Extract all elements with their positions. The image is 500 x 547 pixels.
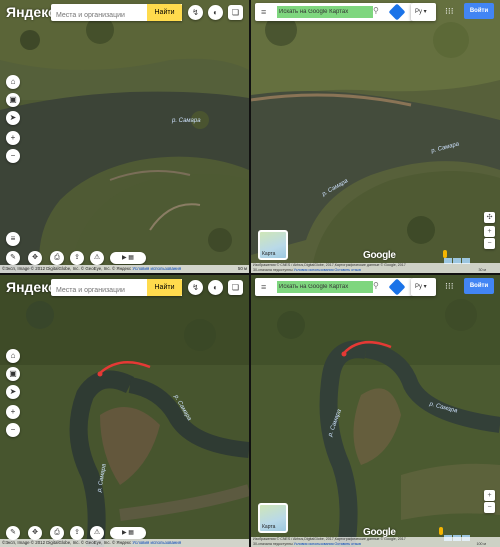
layers-icon[interactable] (444, 251, 480, 264)
menu-icon[interactable]: ≡ (261, 282, 266, 292)
thumbnail-label: Карта (262, 251, 276, 257)
find-button[interactable]: Найти (147, 279, 182, 296)
location-icon[interactable]: ➤ (6, 385, 20, 399)
route-icon[interactable]: ↯ (188, 5, 203, 20)
bookmark-icon[interactable]: ❏ (228, 280, 243, 295)
language-select[interactable]: Ру ▾ (411, 278, 436, 296)
home-icon[interactable]: ⌂ (6, 349, 20, 363)
warning-icon[interactable]: ⚠ (90, 251, 104, 265)
apps-grid-icon[interactable]: ⁝⁝⁝ (445, 6, 454, 17)
copyright-text: ©Эксп, Image © 2012 DigitalGlobe, Inc. ©… (2, 266, 132, 271)
google-logo: Google (363, 250, 396, 261)
menu-icon[interactable]: ≡ (261, 7, 266, 17)
transport-icon[interactable]: ▣ (6, 93, 20, 107)
thumbnail-label: Карта (262, 524, 276, 530)
language-label: Ру (415, 284, 423, 290)
search-input[interactable] (277, 6, 373, 18)
map-footer: Изображения © CNES / Airbus,DigitalGlobe… (251, 537, 500, 547)
yandex-map-bottom[interactable]: р. Самара р. Самара Яндекс Найти ↯ ◐ ❏ ⌂… (0, 275, 249, 547)
zoom-in-icon[interactable]: + (484, 226, 495, 237)
home-icon[interactable]: ⌂ (6, 75, 20, 89)
route-icon[interactable]: ↯ (188, 280, 203, 295)
copyright-text: ©Эксп, Image © 2012 DigitalGlobe, Inc. ©… (2, 540, 132, 545)
directions-icon[interactable] (388, 3, 406, 21)
language-select[interactable]: Ру ▾ (411, 3, 436, 21)
search-input[interactable] (277, 281, 373, 293)
print-icon[interactable]: ⎙ (50, 526, 64, 540)
zoom-out-icon[interactable]: − (6, 149, 20, 163)
share-icon[interactable]: ⇪ (70, 251, 84, 265)
scale-label: 30 м (478, 268, 486, 272)
ruler-icon[interactable]: ✎ (6, 526, 20, 540)
language-label: Ру (415, 9, 423, 15)
compass-icon[interactable]: ✣ (484, 212, 495, 223)
google-map-bottom[interactable]: р. Самара р. Самара ≡ ⚲ Ру ▾ ⁝⁝⁝ Войти К… (251, 275, 500, 547)
satellite-map[interactable] (251, 275, 500, 547)
pegman-icon[interactable] (439, 527, 443, 535)
terms-link[interactable]: Условия использования (294, 268, 334, 272)
terms-link[interactable]: Условия использования (294, 542, 334, 546)
zoom-in-icon[interactable]: + (6, 405, 20, 419)
scale-label: 100 м (476, 542, 486, 546)
layers-icon[interactable]: ◐ (208, 280, 223, 295)
transport-icon[interactable]: ▣ (6, 367, 20, 381)
location-icon[interactable]: ➤ (6, 111, 20, 125)
map-footer: ©Эксп, Image © 2012 DigitalGlobe, Inc. ©… (0, 265, 249, 273)
sign-in-button[interactable]: Войти (464, 3, 494, 19)
map-type-thumbnail[interactable]: Карта (258, 503, 288, 533)
zoom-in-icon[interactable]: + (6, 131, 20, 145)
apps-icon[interactable]: ▶ ▦ (110, 252, 146, 264)
sign-in-button[interactable]: Войти (464, 278, 494, 294)
warning-icon[interactable]: ⚠ (90, 526, 104, 540)
yandex-map-top[interactable]: р. Самара Яндекс Найти ↯ ◐ ❏ ⌂ ▣ ➤ + − ≡… (0, 0, 249, 273)
feedback-link[interactable]: Оставить отзыв (335, 268, 361, 272)
zoom-out-icon[interactable]: − (484, 238, 495, 249)
layers-icon[interactable] (444, 528, 480, 541)
layers-icon[interactable]: ◐ (208, 5, 223, 20)
map-footer: Изображения © CNES / Airbus,DigitalGlobe… (251, 263, 500, 273)
layers-switch-icon[interactable]: ≡ (6, 232, 20, 246)
apps-grid-icon[interactable]: ⁝⁝⁝ (445, 281, 454, 292)
zoom-out-icon[interactable]: − (6, 423, 20, 437)
traffic-icon[interactable]: ✥ (28, 526, 42, 540)
river-label: р. Самара (172, 118, 201, 124)
map-type-thumbnail[interactable]: Карта (258, 230, 288, 260)
apps-icon[interactable]: ▶ ▦ (110, 527, 146, 539)
map-footer: ©Эксп, Image © 2012 DigitalGlobe, Inc. ©… (0, 539, 249, 547)
satellite-map[interactable] (251, 0, 500, 273)
feedback-link[interactable]: Оставить отзыв (335, 542, 361, 546)
notice-text: 30-сначала недоступны (253, 542, 293, 546)
find-button[interactable]: Найти (147, 4, 182, 21)
terms-link[interactable]: Условия использования (132, 266, 181, 271)
bookmark-icon[interactable]: ❏ (228, 5, 243, 20)
yandex-logo[interactable]: Яндекс (6, 4, 56, 20)
print-icon[interactable]: ⎙ (50, 251, 64, 265)
yandex-logo[interactable]: Яндекс (6, 279, 56, 295)
ruler-icon[interactable]: ✎ (6, 251, 20, 265)
search-icon[interactable]: ⚲ (373, 281, 379, 290)
search-box[interactable]: ≡ ⚲ (255, 278, 413, 296)
directions-icon[interactable] (388, 278, 406, 296)
google-map-top[interactable]: р. Самара р. Самара ≡ ⚲ Ру ▾ ⁝⁝⁝ Войти К… (251, 0, 500, 273)
search-box[interactable]: ≡ ⚲ (255, 3, 413, 21)
zoom-in-icon[interactable]: + (484, 490, 495, 501)
notice-text: 30-сначала недоступны (253, 268, 293, 272)
terms-link[interactable]: Условия использования (132, 540, 181, 545)
share-icon[interactable]: ⇪ (70, 526, 84, 540)
satellite-map[interactable] (0, 275, 249, 547)
satellite-map[interactable] (0, 0, 249, 273)
search-icon[interactable]: ⚲ (373, 6, 379, 15)
scale-label: 50 м (237, 266, 247, 271)
zoom-out-icon[interactable]: − (484, 502, 495, 513)
traffic-icon[interactable]: ✥ (28, 251, 42, 265)
